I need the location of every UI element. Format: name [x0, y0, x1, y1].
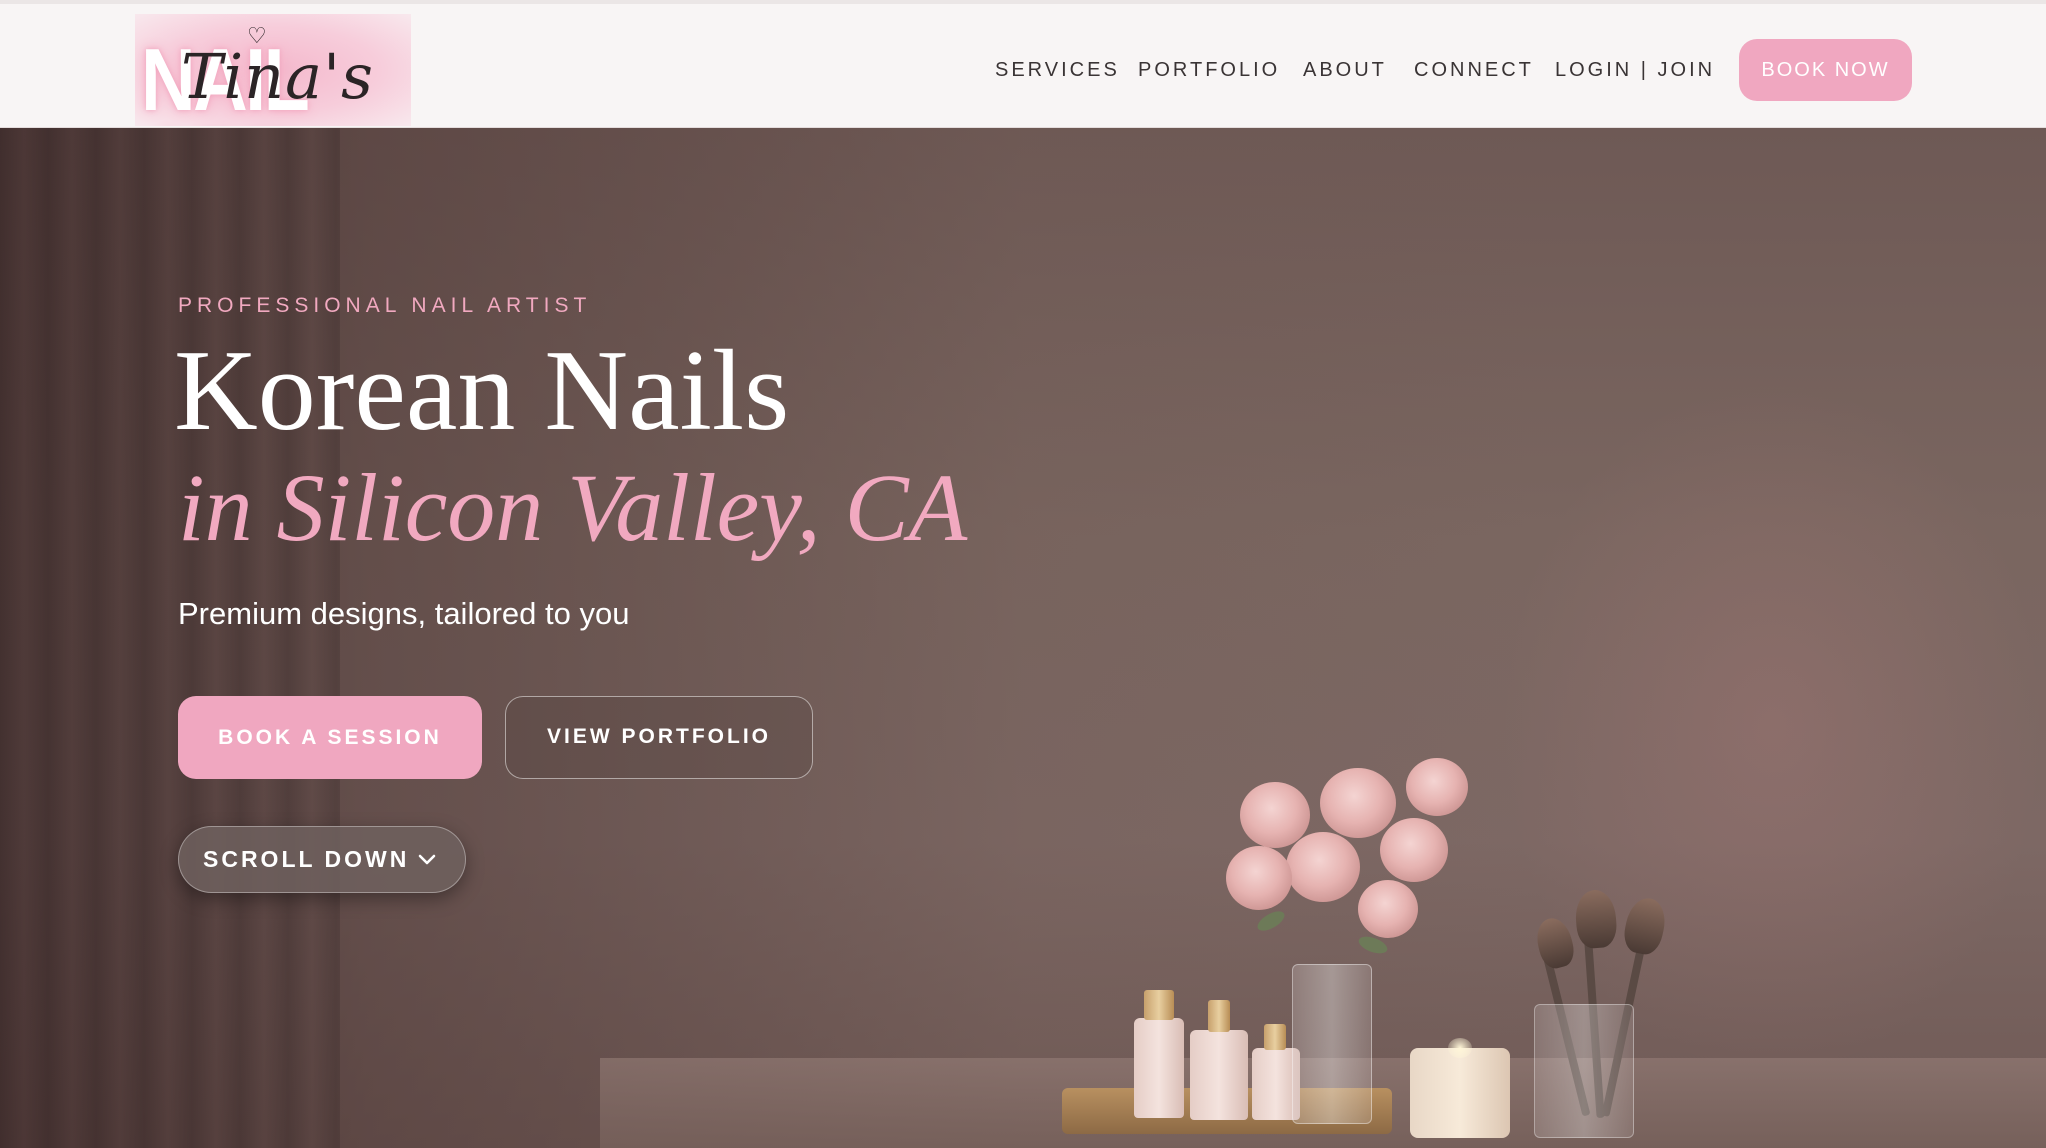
bottle-cap: [1144, 990, 1174, 1020]
decor-scene-image: [1060, 748, 1760, 1148]
rose: [1240, 782, 1310, 848]
view-portfolio-button[interactable]: VIEW PORTFOLIO: [505, 696, 813, 779]
rose: [1380, 818, 1448, 882]
brush-head: [1574, 888, 1618, 950]
bottle: [1134, 1018, 1184, 1118]
logo-script-text: Tina's: [181, 40, 374, 113]
hero-eyebrow: PROFESSIONAL NAIL ARTIST: [178, 294, 592, 317]
rose: [1226, 846, 1292, 910]
brush-head: [1532, 914, 1578, 972]
rose: [1286, 832, 1360, 902]
brush-cup: [1534, 1004, 1634, 1138]
hero-curtain-decor: [0, 128, 340, 1148]
nav-portfolio[interactable]: PORTFOLIO: [1138, 50, 1277, 90]
hero-title-line2: in Silicon Valley, CA: [178, 454, 968, 561]
scroll-down-label: SCROLL DOWN: [203, 846, 410, 872]
site-header: NAIL ART Tina's ♡ SERVICES PORTFOLIO ABO…: [0, 0, 2046, 128]
rose: [1358, 880, 1418, 938]
bottle-cap: [1264, 1024, 1286, 1050]
hero-subtitle: Premium designs, tailored to you: [178, 596, 630, 631]
glass-vase: [1292, 964, 1372, 1124]
candle: [1410, 1048, 1510, 1138]
nav-services[interactable]: SERVICES: [995, 50, 1117, 90]
chevron-down-icon: [418, 854, 436, 865]
rose: [1406, 758, 1468, 816]
book-session-button[interactable]: BOOK A SESSION: [178, 696, 482, 779]
rose: [1320, 768, 1396, 838]
leaf: [1254, 907, 1288, 935]
hero-section: PROFESSIONAL NAIL ARTIST Korean Nails in…: [0, 128, 2046, 1148]
candle-flame: [1448, 1038, 1472, 1058]
scroll-down-button[interactable]: SCROLL DOWN: [178, 826, 466, 893]
brush-head: [1620, 894, 1670, 958]
nav-about[interactable]: ABOUT: [1303, 50, 1387, 90]
nav-connect[interactable]: CONNECT: [1414, 50, 1531, 90]
bottle-cap: [1208, 1000, 1230, 1032]
logo[interactable]: NAIL ART Tina's ♡: [135, 14, 411, 126]
nav-login-join[interactable]: LOGIN | JOIN: [1555, 50, 1712, 90]
hero-title-line1: Korean Nails: [174, 327, 790, 455]
bottle: [1190, 1030, 1248, 1120]
book-now-button[interactable]: BOOK NOW: [1739, 39, 1912, 101]
heart-icon: ♡: [247, 24, 267, 49]
